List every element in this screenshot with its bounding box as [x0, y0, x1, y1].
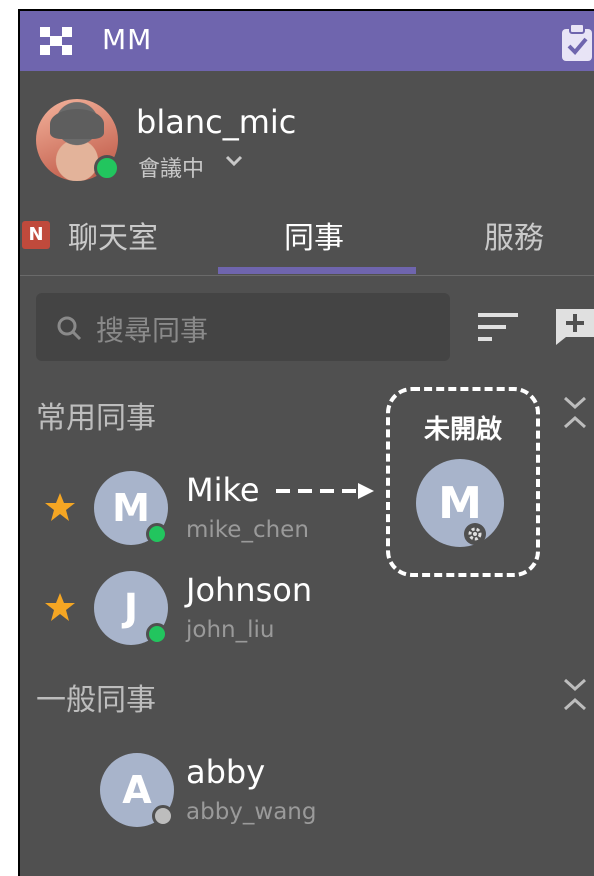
contact-name: Johnson — [186, 571, 313, 609]
gear-badge — [464, 523, 486, 545]
section-favorites-label: 常用同事 — [36, 401, 156, 436]
profile-header: blanc_mic 會議中 — [20, 71, 594, 201]
search-placeholder: 搜尋同事 — [96, 314, 209, 347]
star-icon[interactable] — [44, 591, 76, 623]
profile-username: blanc_mic — [136, 103, 297, 141]
gear-icon — [468, 527, 482, 541]
user-avatar[interactable] — [36, 99, 120, 181]
tab-bar: N 聊天室 同事 服務 — [20, 201, 594, 276]
avatar-cap-shape — [50, 109, 104, 139]
tab-colleagues[interactable]: 同事 — [284, 213, 344, 257]
collapse-icon[interactable] — [560, 675, 590, 715]
new-badge: N — [22, 221, 50, 249]
app-title: MM — [102, 23, 153, 56]
sort-icon[interactable] — [478, 311, 518, 343]
new-chat-icon[interactable] — [554, 307, 594, 347]
contact-row[interactable]: J Johnson john_liu — [20, 569, 400, 659]
dashed-arrow-icon — [276, 483, 374, 499]
search-input[interactable]: 搜尋同事 — [36, 293, 450, 361]
contact-username: mike_chen — [186, 517, 309, 543]
contact-name: abby — [186, 753, 266, 791]
annotation-callout: 未開啟 M — [386, 387, 540, 577]
tab-chatroom[interactable]: 聊天室 — [68, 213, 158, 257]
avatar: M — [416, 459, 504, 547]
contact-name: Mike — [186, 471, 260, 509]
annotation-label: 未開啟 — [423, 415, 502, 445]
contact-username: abby_wang — [186, 799, 317, 825]
star-icon[interactable] — [44, 491, 76, 523]
clipboard-check-icon[interactable] — [560, 21, 594, 63]
online-status-dot — [146, 623, 168, 645]
collapse-icon[interactable] — [560, 393, 590, 433]
contact-row[interactable]: A abby abby_wang — [20, 751, 400, 841]
app-window: MM blanc_mic 會議中 N 聊天室 同事 服務 搜尋同事 常用同事 M… — [18, 9, 594, 876]
online-status-dot — [94, 155, 120, 181]
contact-username: john_liu — [186, 617, 275, 643]
profile-status[interactable]: 會議中 — [138, 151, 204, 183]
section-general-label: 一般同事 — [36, 683, 156, 718]
active-tab-indicator — [218, 267, 416, 274]
search-icon — [57, 316, 82, 341]
chevron-down-icon[interactable] — [224, 151, 244, 171]
app-logo-icon — [40, 27, 72, 55]
title-bar: MM — [20, 11, 594, 71]
online-status-dot — [146, 523, 168, 545]
tab-services[interactable]: 服務 — [484, 213, 544, 257]
offline-status-dot — [152, 805, 174, 827]
